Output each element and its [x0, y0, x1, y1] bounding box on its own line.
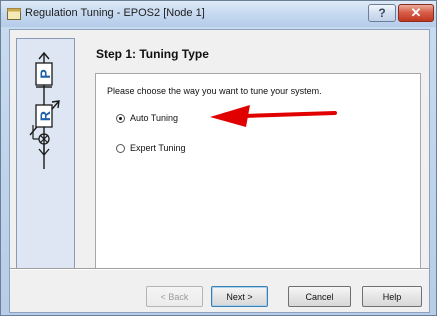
expert-tuning-option[interactable]: Expert Tuning	[116, 143, 186, 153]
annotation-arrow	[210, 105, 337, 127]
auto-tuning-radio[interactable]	[116, 113, 125, 123]
expert-tuning-label[interactable]: Expert Tuning	[130, 143, 186, 153]
auto-tuning-label[interactable]: Auto Tuning	[130, 113, 178, 123]
step-title: Step 1: Tuning Type	[96, 47, 209, 61]
back-button[interactable]: < Back	[146, 286, 203, 307]
cancel-button[interactable]: Cancel	[288, 286, 351, 307]
app-icon	[7, 8, 21, 20]
dialog-client-area: P R Step 1: Tuning Type Please choose th…	[9, 29, 430, 313]
title-help-button[interactable]: ?	[368, 4, 396, 22]
controller-letter-r: R	[37, 111, 53, 121]
dialog-window: Regulation Tuning - EPOS2 [Node 1] ? ✕ P…	[0, 0, 437, 316]
button-separator	[10, 268, 429, 270]
controller-letter-p: P	[37, 69, 53, 78]
instruction-text: Please choose the way you want to tune y…	[107, 86, 322, 96]
window-title: Regulation Tuning - EPOS2 [Node 1]	[25, 7, 205, 19]
next-button[interactable]: Next >	[211, 286, 268, 307]
auto-tuning-option[interactable]: Auto Tuning	[116, 113, 178, 123]
regulation-diagram-icon: P R	[29, 51, 60, 169]
expert-tuning-radio[interactable]	[116, 143, 125, 153]
side-graphic-panel: P R	[16, 38, 75, 270]
title-close-button[interactable]: ✕	[398, 4, 434, 22]
title-bar[interactable]: Regulation Tuning - EPOS2 [Node 1] ? ✕	[1, 1, 436, 27]
help-button[interactable]: Help	[362, 286, 422, 307]
